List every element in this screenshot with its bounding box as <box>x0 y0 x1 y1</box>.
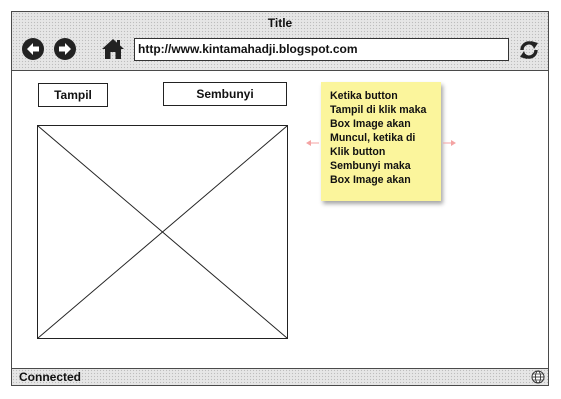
address-bar[interactable]: http://www.kintamahadji.blogspot.com <box>134 38 509 61</box>
home-button[interactable] <box>101 37 125 61</box>
note-line: Tampil di klik maka <box>330 104 427 116</box>
note-line: Muncul, ketika di <box>330 132 416 144</box>
note-line: Box Image akan <box>330 174 411 186</box>
sticky-note: Ketika button Tampil di klik maka Box Im… <box>321 82 441 201</box>
refresh-icon <box>520 41 538 59</box>
browser-window: Title http://www.kintamahadji.blogspot.c… <box>11 11 549 386</box>
note-resize-handle-right[interactable] <box>443 139 457 147</box>
show-button[interactable]: Tampil <box>38 83 108 107</box>
home-icon <box>102 39 124 59</box>
status-bar: Connected <box>12 368 548 385</box>
note-line: Klik button <box>330 146 386 158</box>
window-title: Title <box>267 16 293 30</box>
title-bar: Title http://www.kintamahadji.blogspot.c… <box>12 12 548 71</box>
back-arrow-icon <box>27 43 39 55</box>
note-line: Sembunyi maka <box>330 160 411 172</box>
status-text: Connected <box>19 370 82 384</box>
image-placeholder <box>37 125 288 339</box>
note-resize-handle-left[interactable] <box>305 139 319 147</box>
note-line: Box Image akan <box>330 118 411 130</box>
globe-icon <box>531 370 545 384</box>
forward-button[interactable] <box>54 38 76 60</box>
note-line: Ketika button <box>330 90 398 102</box>
image-placeholder-cross <box>38 126 287 338</box>
back-button[interactable] <box>22 38 44 60</box>
page-content: Tampil Sembunyi Ketika button Tampil di … <box>12 71 548 368</box>
refresh-button[interactable] <box>517 38 541 62</box>
hide-button[interactable]: Sembunyi <box>163 82 287 106</box>
forward-arrow-icon <box>59 43 71 55</box>
